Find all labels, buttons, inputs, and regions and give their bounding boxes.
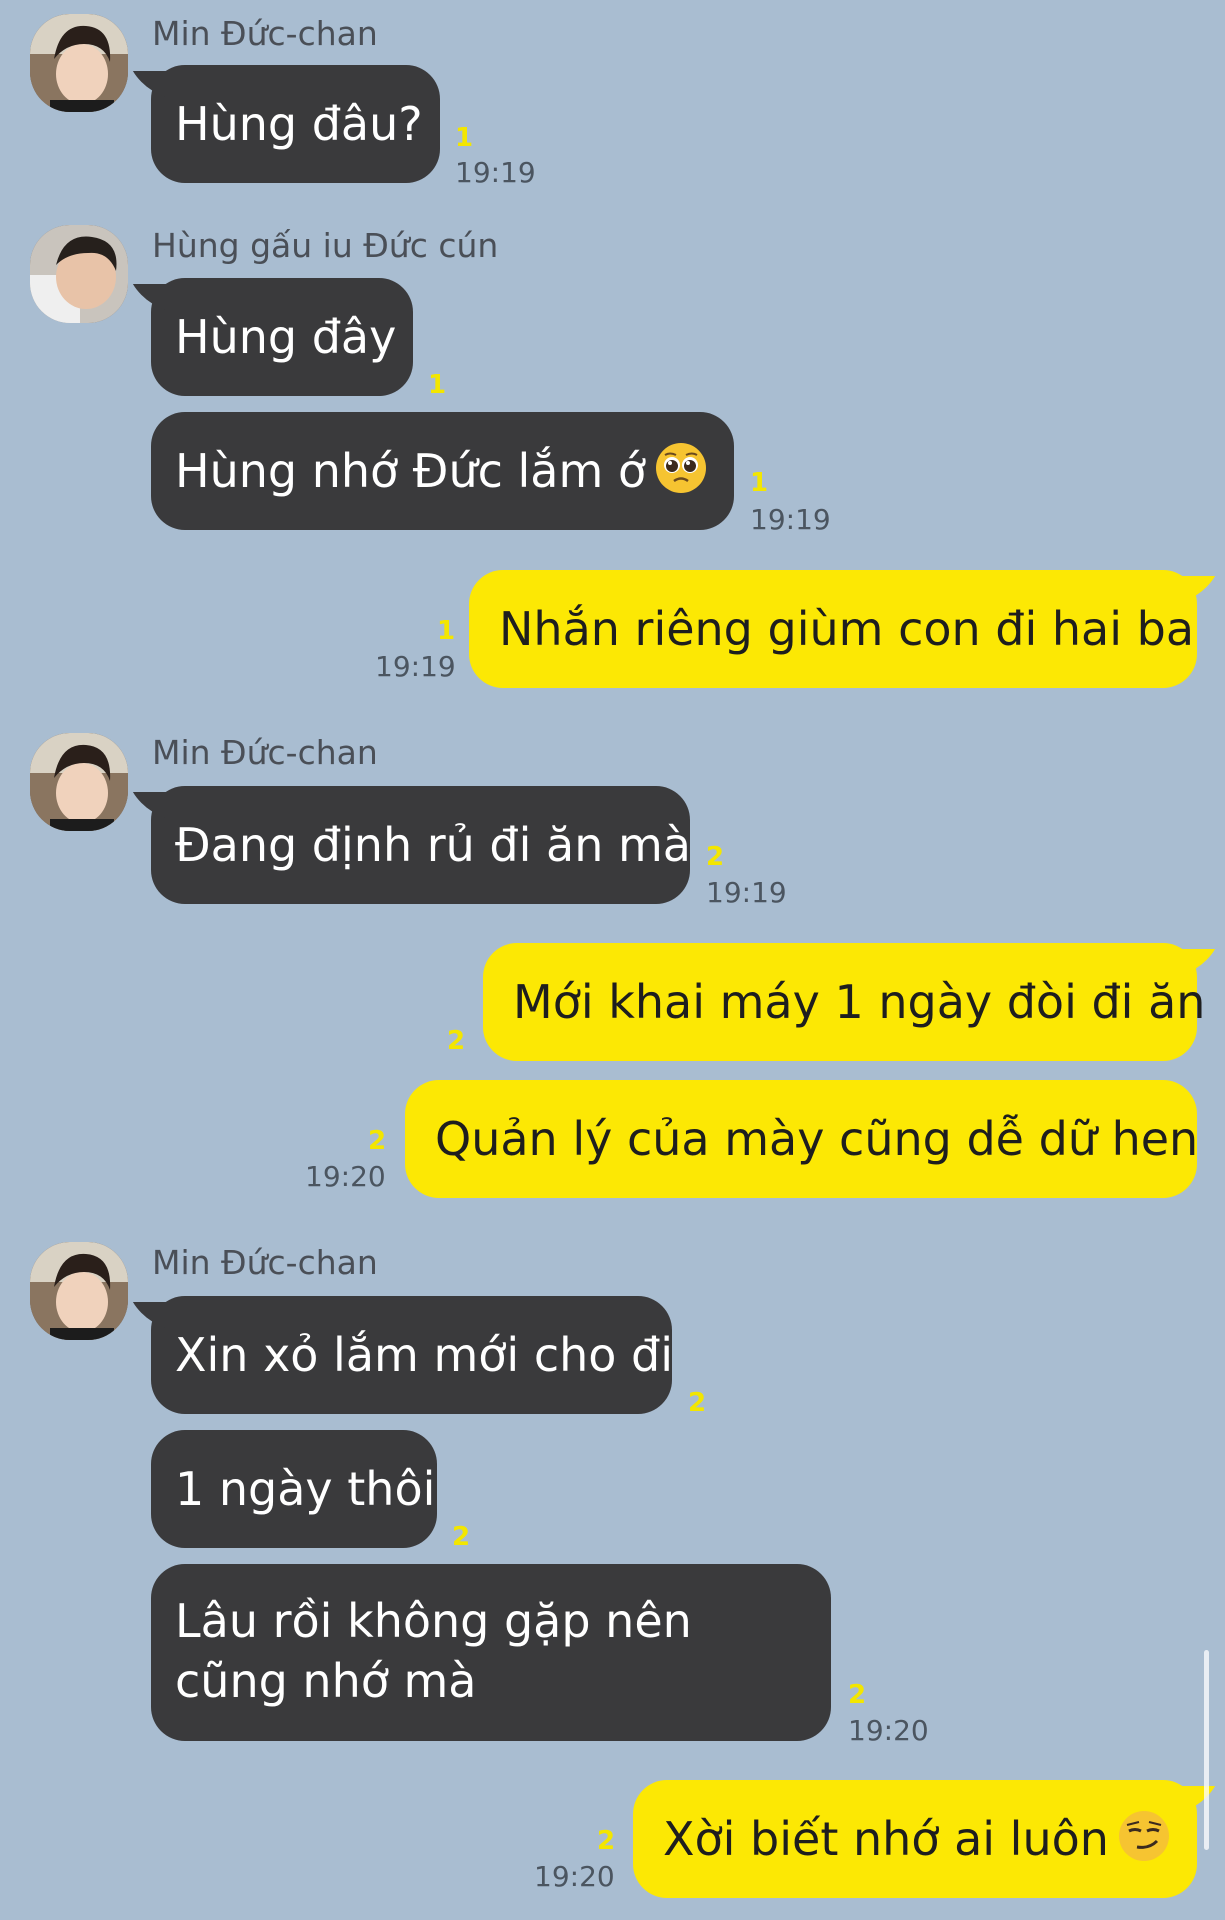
unread-count: 2 [368,1126,387,1156]
message-bubble[interactable]: Quản lý của mày cũng dễ dữ hen [405,1080,1198,1198]
message-text: Hùng nhớ Đức lắm ớ [175,444,647,498]
message-bubble[interactable]: Đang định rủ đi ăn mà [151,786,691,904]
sender-avatar[interactable] [30,733,128,831]
smirking-face-icon [1118,1811,1169,1861]
message-bubble[interactable]: Xin xỏ lắm mới cho đi [151,1296,673,1414]
message-time: 19:20 [848,1714,929,1747]
message-bubble[interactable]: Mới khai máy 1 ngày đòi đi ăn [483,943,1205,1061]
message-time: 19:19 [750,503,831,536]
scrollbar[interactable] [1204,1650,1209,1850]
sender-name: Min Đức-chan [152,14,378,53]
unread-count: 1 [428,370,447,400]
pleading-face-icon [656,443,707,493]
message-time: 19:19 [455,156,536,189]
message-bubble[interactable]: Xời biết nhớ ai luôn [633,1780,1197,1898]
chat-message-list[interactable]: Min Đức-chan Hùng đâu? 1 19:19 Hùng gấu … [0,0,1225,1920]
message-bubble[interactable]: Hùng đâu? [151,65,440,183]
message-bubble[interactable]: Nhắn riêng giùm con đi hai ba [469,570,1197,688]
message-bubble[interactable]: Lâu rồi không gặp nên cũng nhớ mà [151,1564,831,1741]
message-time: 19:20 [534,1860,615,1893]
unread-count: 2 [706,842,725,872]
sender-name: Min Đức-chan [152,733,378,772]
unread-count: 2 [447,1026,466,1056]
unread-count: 1 [455,123,474,153]
message-time: 19:20 [305,1160,386,1193]
message-text: Xời biết nhớ ai luôn [663,1812,1109,1866]
unread-count: 1 [750,468,769,498]
message-time: 19:19 [706,876,787,909]
unread-count: 2 [688,1388,707,1418]
message-bubble[interactable]: 1 ngày thôi [151,1430,437,1548]
sender-avatar[interactable] [30,225,128,323]
unread-count: 2 [848,1680,867,1710]
message-time: 19:19 [375,650,456,683]
unread-count: 1 [437,616,456,646]
unread-count: 2 [452,1522,471,1552]
message-bubble[interactable]: Hùng đây [151,278,413,396]
sender-avatar[interactable] [30,1242,128,1340]
message-bubble[interactable]: Hùng nhớ Đức lắm ớ [151,412,734,530]
sender-name: Hùng gấu iu Đức cún [152,226,499,265]
sender-name: Min Đức-chan [152,1243,378,1282]
unread-count: 2 [597,1826,616,1856]
sender-avatar[interactable] [30,14,128,112]
